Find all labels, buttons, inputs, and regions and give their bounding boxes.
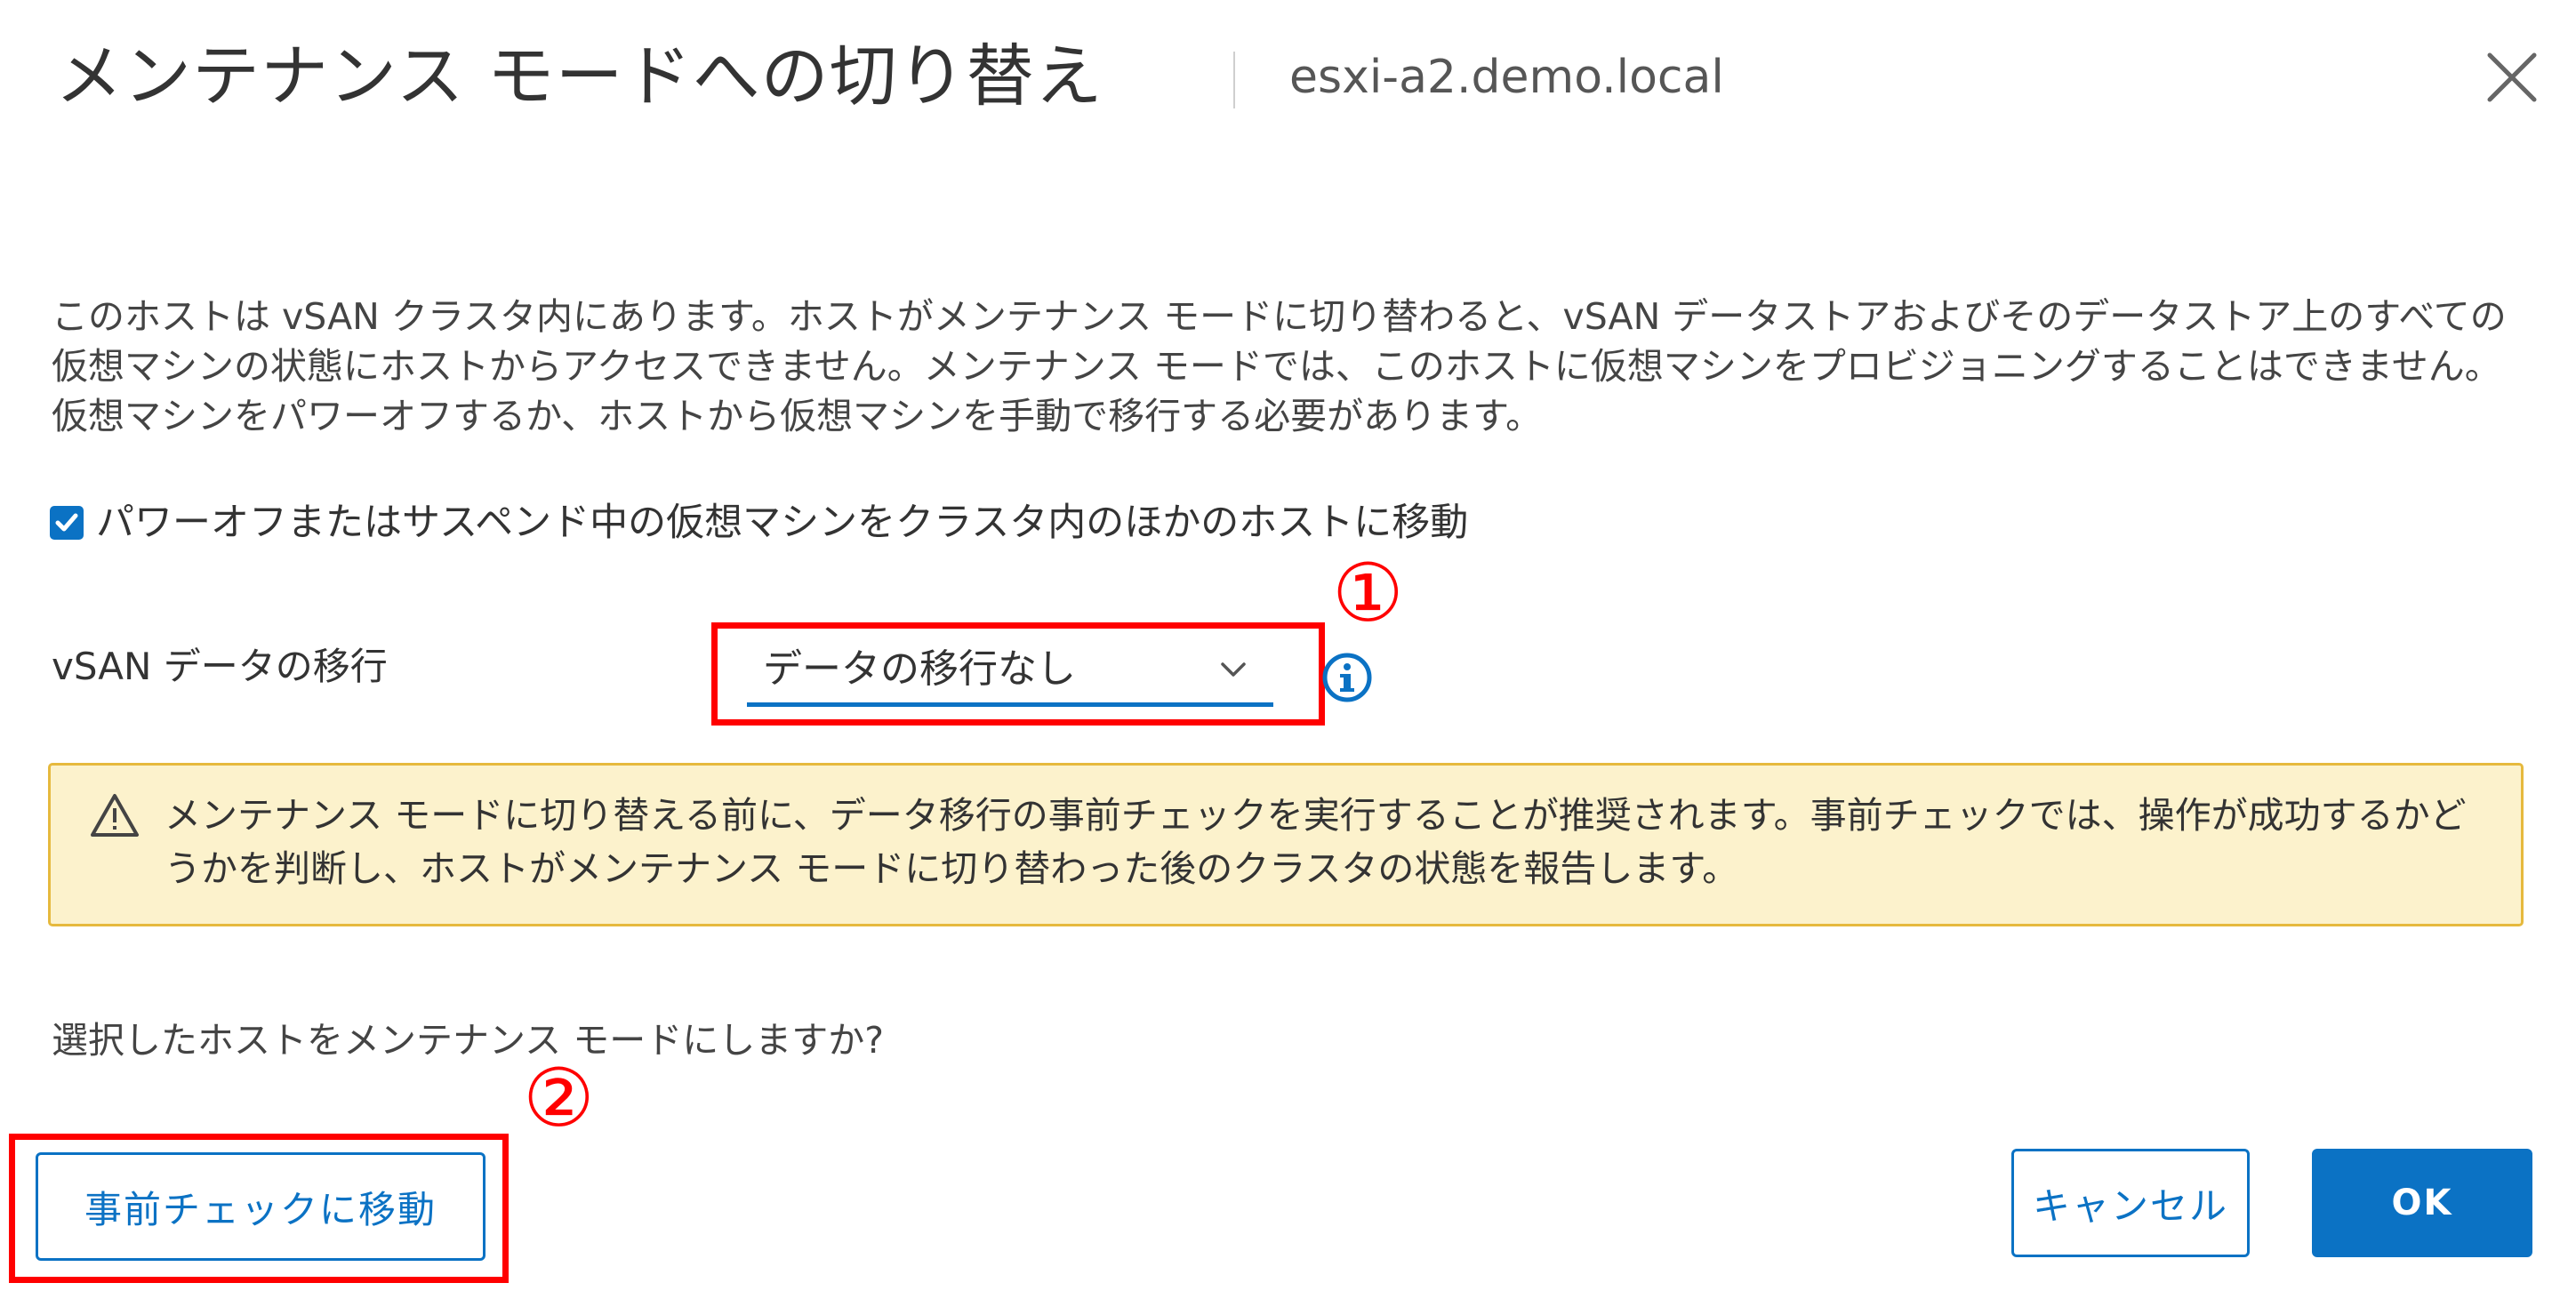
close-icon[interactable] bbox=[2481, 46, 2543, 108]
ok-button[interactable]: OK bbox=[2312, 1149, 2532, 1257]
info-icon[interactable] bbox=[1321, 652, 1373, 703]
title-divider bbox=[1233, 52, 1235, 108]
vsan-migration-label: vSAN データの移行 bbox=[52, 645, 388, 688]
warning-icon bbox=[91, 794, 139, 837]
go-to-precheck-button[interactable]: 事前チェックに移動 bbox=[36, 1152, 486, 1261]
description-text: このホストは vSAN クラスタ内にあります。ホストがメンテナンス モードに切り… bbox=[52, 295, 2507, 437]
annotation-marker-2: ② bbox=[523, 1052, 595, 1145]
vsan-migration-select[interactable]: データの移行なし bbox=[747, 640, 1273, 707]
vsan-migration-value: データの移行なし bbox=[763, 646, 1076, 692]
move-vms-label: パワーオフまたはサスペンド中の仮想マシンをクラスタ内のほかのホストに移動 bbox=[96, 501, 1469, 545]
dialog-title: メンテナンス モードへの切り替え bbox=[55, 36, 1103, 116]
move-vms-checkbox-row[interactable]: パワーオフまたはサスペンド中の仮想マシンをクラスタ内のほかのホストに移動 bbox=[50, 496, 1468, 549]
annotation-marker-1: ① bbox=[1332, 547, 1404, 640]
host-name: esxi-a2.demo.local bbox=[1289, 51, 1724, 104]
warning-alert: メンテナンス モードに切り替える前に、データ移行の事前チェックを実行することが推… bbox=[48, 763, 2524, 926]
move-vms-checkbox[interactable] bbox=[50, 506, 84, 540]
checkmark-icon bbox=[55, 513, 78, 532]
confirmation-question: 選択したホストをメンテナンス モードにしますか? bbox=[52, 1019, 884, 1062]
cancel-button[interactable]: キャンセル bbox=[2011, 1149, 2250, 1257]
chevron-down-icon bbox=[1221, 662, 1246, 677]
warning-text: メンテナンス モードに切り替える前に、データ移行の事前チェックを実行することが推… bbox=[165, 794, 2467, 890]
